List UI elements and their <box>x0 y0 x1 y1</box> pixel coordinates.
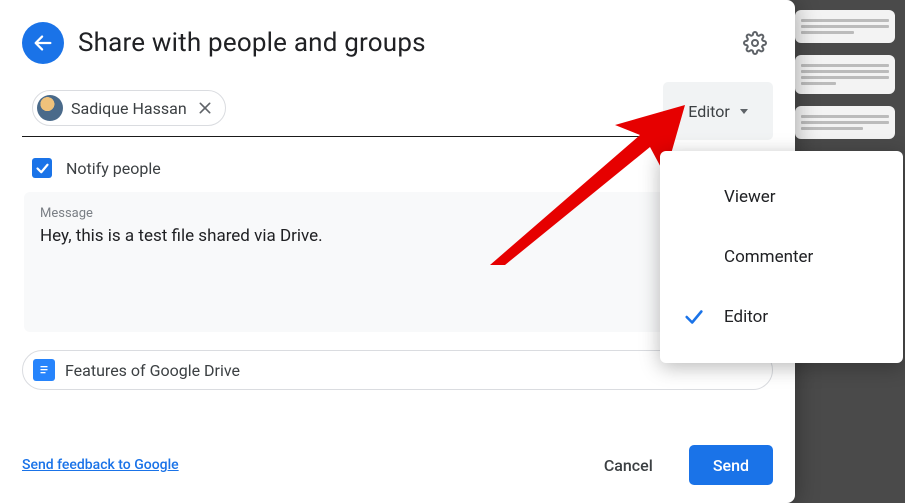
send-button[interactable]: Send <box>689 445 773 485</box>
role-select[interactable]: Editor <box>663 82 773 140</box>
recipients-input[interactable]: Sadique Hassan <box>22 82 651 137</box>
role-option-commenter[interactable]: Commenter <box>660 227 903 287</box>
message-label: Message <box>40 206 755 221</box>
feedback-link[interactable]: Send feedback to Google <box>22 457 179 473</box>
role-option-viewer[interactable]: Viewer <box>660 167 903 227</box>
check-icon <box>683 306 705 328</box>
role-option-editor[interactable]: Editor <box>660 287 903 347</box>
gear-icon <box>743 31 767 55</box>
dialog-title: Share with people and groups <box>78 28 723 58</box>
recipients-row: Sadique Hassan Editor <box>22 82 773 140</box>
recipient-chip[interactable]: Sadique Hassan <box>32 90 226 126</box>
message-box[interactable]: Message Hey, this is a test file shared … <box>24 192 771 332</box>
role-select-label: Editor <box>688 102 729 121</box>
message-text: Hey, this is a test file shared via Driv… <box>40 225 755 249</box>
role-option-label: Viewer <box>724 187 776 207</box>
role-option-label: Editor <box>724 307 768 327</box>
docs-icon <box>33 359 55 381</box>
caret-down-icon <box>740 109 748 114</box>
cancel-button[interactable]: Cancel <box>580 445 677 485</box>
close-icon <box>197 100 213 116</box>
settings-button[interactable] <box>737 25 773 61</box>
recipient-name: Sadique Hassan <box>71 99 187 118</box>
arrow-left-icon <box>32 32 54 54</box>
check-icon <box>35 161 50 176</box>
role-menu: Viewer Commenter Editor <box>660 151 903 363</box>
remove-recipient-button[interactable] <box>195 98 215 118</box>
notify-label: Notify people <box>66 159 161 178</box>
back-button[interactable] <box>22 22 64 64</box>
check-slot <box>682 306 706 328</box>
avatar <box>37 95 63 121</box>
role-option-label: Commenter <box>724 247 813 267</box>
notify-checkbox[interactable] <box>32 158 52 178</box>
file-name: Features of Google Drive <box>65 361 240 380</box>
dialog-footer: Send feedback to Google Cancel Send <box>22 445 773 485</box>
dialog-header: Share with people and groups <box>22 22 773 64</box>
